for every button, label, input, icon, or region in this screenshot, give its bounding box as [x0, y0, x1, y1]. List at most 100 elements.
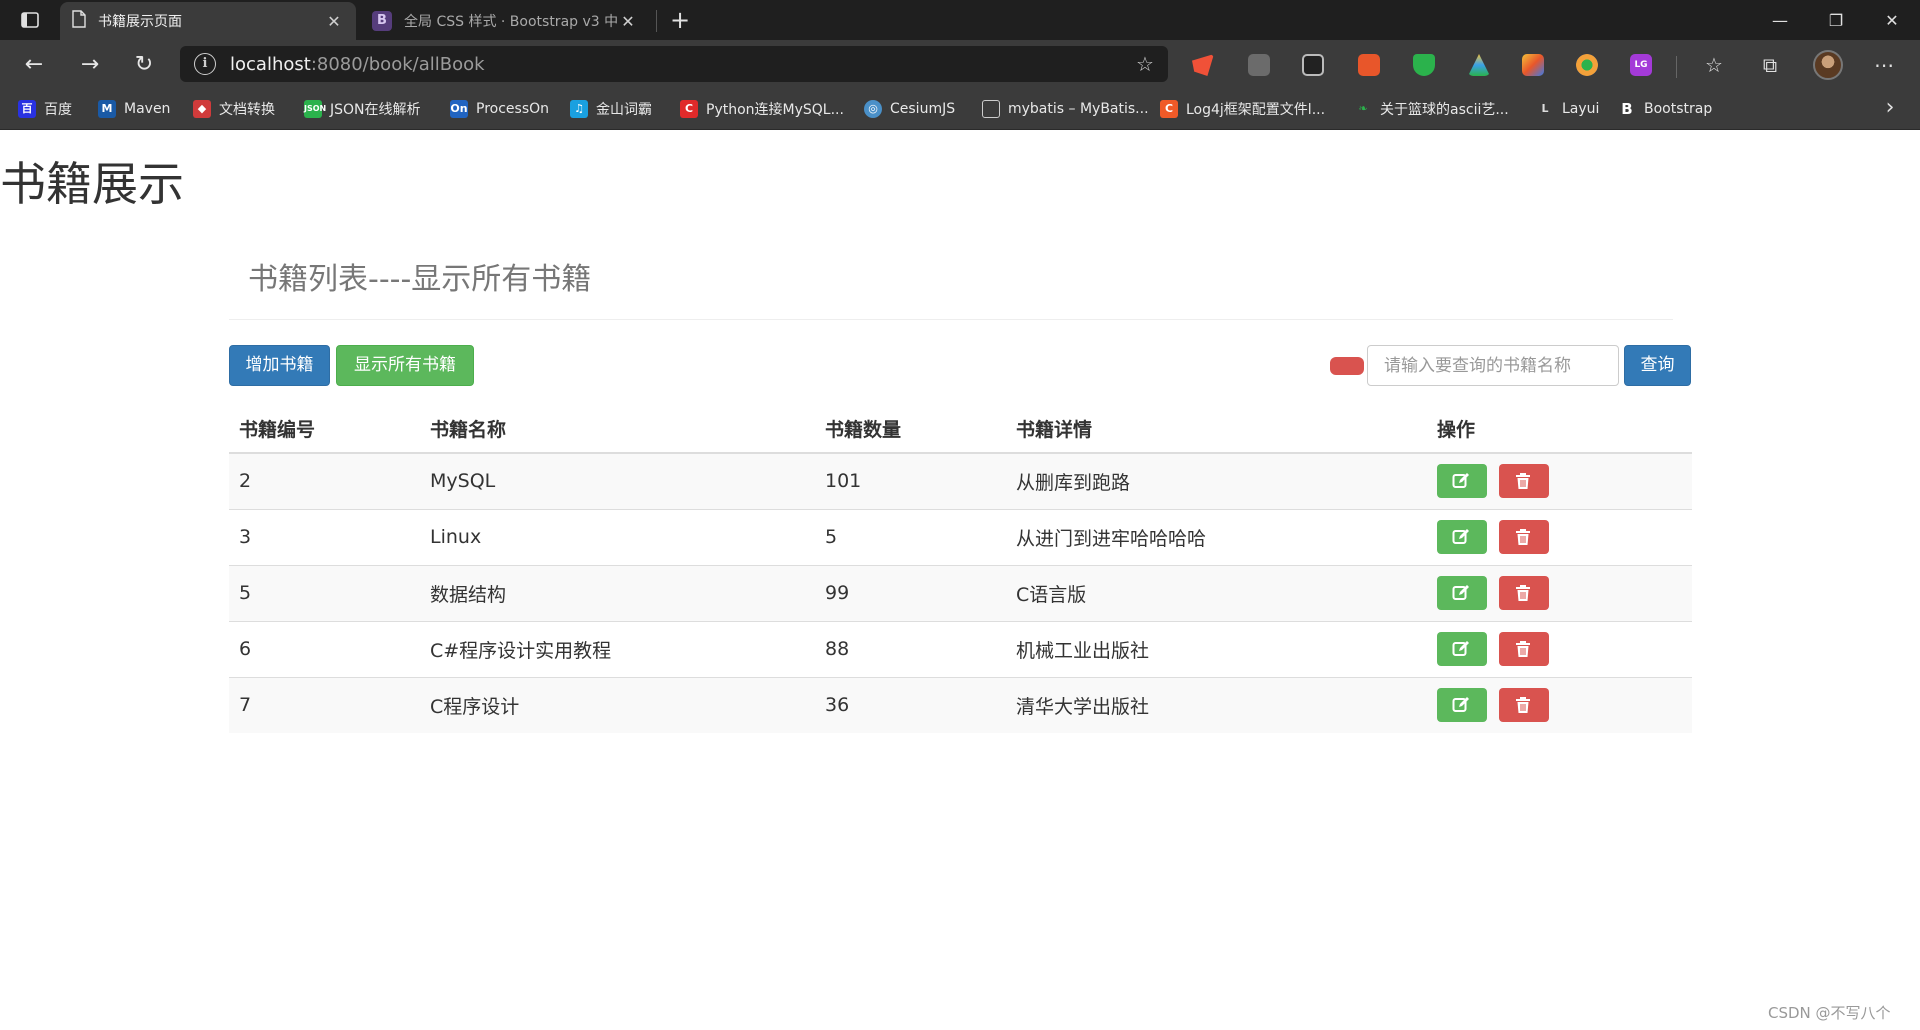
column-header-name: 书籍名称	[420, 405, 815, 454]
doc-convert-icon: ◆	[193, 100, 211, 118]
book-count: 5	[815, 508, 1006, 565]
more-icon[interactable]: ⋯	[1870, 52, 1898, 78]
bookmark-item[interactable]: C Python连接MySQL...	[680, 98, 844, 120]
edit-button[interactable]	[1437, 520, 1487, 554]
close-icon[interactable]: ✕	[618, 12, 638, 31]
book-detail: 从删库到跑路	[1006, 452, 1427, 509]
book-count: 88	[815, 620, 1006, 677]
iciba-icon: ♫	[570, 100, 588, 118]
book-name: C程序设计	[420, 676, 815, 733]
edit-button[interactable]	[1437, 464, 1487, 499]
browser-tab-active[interactable]: 书籍展示页面 ✕	[60, 2, 356, 40]
query-button[interactable]: 查询	[1624, 345, 1691, 386]
table-row: 7 C程序设计 36 清华大学出版社	[229, 676, 1692, 733]
csdn-icon: C	[680, 100, 698, 118]
refresh-icon[interactable]: ↻	[126, 48, 162, 80]
new-tab-icon[interactable]: +	[664, 6, 696, 34]
bookmark-item[interactable]: B Bootstrap	[1618, 98, 1712, 120]
bookmark-item[interactable]: ◎ CesiumJS	[864, 98, 955, 120]
bookmark-item[interactable]: M Maven	[98, 98, 170, 120]
back-icon[interactable]: ←	[16, 48, 52, 80]
bookmark-item[interactable]: ◆ 文档转换	[193, 98, 275, 120]
avatar[interactable]	[1813, 50, 1843, 80]
bookmark-item[interactable]: ❧ 关于篮球的ascii艺...	[1354, 98, 1508, 120]
close-icon[interactable]: ✕	[324, 12, 344, 31]
edit-button[interactable]	[1437, 632, 1487, 666]
tab-divider	[656, 10, 657, 32]
toolbar-divider	[1676, 56, 1677, 78]
forward-icon[interactable]: →	[72, 48, 108, 80]
tab-title: 全局 CSS 样式 · Bootstrap v3 中文...	[404, 14, 618, 30]
edit-button[interactable]	[1437, 576, 1487, 610]
page-header: 书籍列表----显示所有书籍	[229, 256, 1673, 320]
error-label	[1330, 357, 1364, 375]
bookmark-item[interactable]: 百百度	[18, 98, 72, 120]
book-detail: 清华大学出版社	[1006, 676, 1427, 733]
bootstrap-icon: B	[372, 11, 392, 31]
tab-title: 书籍展示页面	[98, 14, 182, 30]
edit-icon	[1452, 641, 1469, 656]
extension-icon[interactable]	[1302, 54, 1324, 76]
swift-icon[interactable]	[1192, 54, 1214, 76]
column-header-id: 书籍编号	[229, 405, 420, 454]
table-row: 6 C#程序设计实用教程 88 机械工业出版社	[229, 620, 1692, 677]
minimize-icon[interactable]: —	[1752, 0, 1808, 40]
row-actions	[1427, 676, 1692, 733]
bookmark-item[interactable]: JSON JSON在线解析	[304, 98, 421, 120]
browser-tab[interactable]: B 全局 CSS 样式 · Bootstrap v3 中文... ✕	[360, 2, 650, 40]
delete-button[interactable]	[1499, 688, 1549, 723]
trash-icon	[1516, 697, 1530, 714]
trash-icon	[1516, 529, 1530, 545]
column-header-actions: 操作	[1427, 405, 1692, 454]
url-text: localhost:8080/book/allBook	[230, 53, 485, 75]
show-all-books-button[interactable]: 显示所有书籍	[336, 345, 474, 386]
page-icon	[72, 10, 86, 32]
close-window-icon[interactable]: ✕	[1864, 0, 1920, 40]
info-icon[interactable]: i	[194, 53, 216, 75]
edit-icon	[1452, 585, 1469, 600]
book-id: 6	[229, 620, 420, 677]
tab-actions-icon[interactable]	[14, 8, 46, 32]
books-table: 书籍编号 书籍名称 书籍数量 书籍详情 操作 2 MySQL 101 从删库到跑…	[229, 405, 1692, 733]
add-book-button[interactable]: 增加书籍	[229, 345, 330, 386]
chevron-right-icon[interactable]: ›	[1878, 96, 1902, 122]
browser-toolbar: ← → ↻ i localhost:8080/book/allBook ☆ LG…	[0, 40, 1920, 88]
restore-icon[interactable]: ❐	[1808, 0, 1864, 40]
address-bar[interactable]: i localhost:8080/book/allBook ☆	[180, 46, 1168, 82]
extension-icon[interactable]	[1248, 54, 1270, 76]
bookmark-item[interactable]: On ProcessOn	[450, 98, 549, 120]
extension-icon[interactable]	[1522, 54, 1544, 76]
book-detail: 从进门到进牢哈哈哈哈	[1006, 508, 1427, 565]
bookmark-item[interactable]: mybatis – MyBatis...	[982, 98, 1149, 120]
add-favorite-icon[interactable]: ☆	[1134, 53, 1156, 75]
office-icon[interactable]	[1358, 54, 1380, 76]
bookmark-item[interactable]: ♫ 金山词霸	[570, 98, 652, 120]
book-count: 101	[815, 452, 1006, 509]
processon-icon: On	[450, 100, 468, 118]
edit-icon	[1452, 473, 1469, 489]
table-row: 3 Linux 5 从进门到进牢哈哈哈哈	[229, 508, 1692, 565]
bookmark-item[interactable]: C Log4j框架配置文件l...	[1160, 98, 1325, 120]
extension-icon[interactable]	[1468, 54, 1490, 76]
edit-button[interactable]	[1437, 688, 1487, 723]
bookmark-item[interactable]: L Layui	[1536, 98, 1599, 120]
row-actions	[1427, 564, 1692, 621]
extension-icon[interactable]	[1576, 54, 1598, 76]
delete-button[interactable]	[1499, 576, 1549, 610]
trash-icon	[1516, 585, 1530, 601]
delete-button[interactable]	[1499, 464, 1549, 499]
collections-icon[interactable]: ⧉	[1756, 52, 1784, 78]
delete-button[interactable]	[1499, 632, 1549, 666]
book-id: 2	[229, 452, 420, 509]
favorites-icon[interactable]: ☆	[1700, 52, 1728, 78]
shield-icon[interactable]	[1413, 54, 1435, 76]
search-input[interactable]	[1367, 345, 1619, 386]
table-row: 2 MySQL 101 从删库到跑路	[229, 452, 1692, 509]
layui-icon: L	[1541, 102, 1549, 115]
delete-button[interactable]	[1499, 520, 1549, 554]
book-id: 5	[229, 564, 420, 621]
lg-icon[interactable]: LG	[1630, 54, 1652, 76]
row-actions	[1427, 452, 1692, 509]
book-id: 3	[229, 508, 420, 565]
book-count: 99	[815, 564, 1006, 621]
